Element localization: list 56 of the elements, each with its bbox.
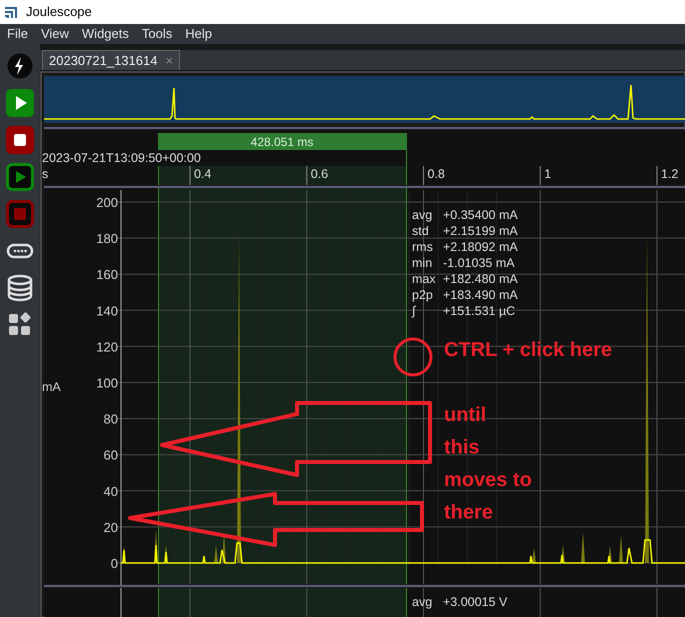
stat-label: rms [412,240,433,254]
axis-tick-label: 0.4 [194,167,212,181]
axis-tick-label: 120 [96,339,118,354]
play-button[interactable] [6,89,34,117]
axis-tick-label: 200 [96,195,118,210]
overview-strip[interactable] [44,76,685,123]
timestamp: 2023-07-21T13:09:50+00:00 [42,151,201,165]
menu-item[interactable]: Widgets [74,24,135,44]
axis-tick-label: 0.6 [310,167,328,181]
stat-value: +2.15199 mA [443,224,518,238]
axis-tick-label: 100 [96,376,118,390]
stat-label: min [412,256,432,270]
stat-label: max [412,272,436,286]
stat-value: +2.18092 mA [443,240,518,254]
axis-tick-label: 80 [104,412,118,427]
stat-label: p2p [412,288,433,302]
stat-label: avg [412,208,432,222]
annotation-text: until [444,404,486,426]
stat-label: std [412,224,429,238]
tab[interactable]: 20230721_131614 × [42,50,180,70]
stat-value: +151.531 µC [443,304,516,318]
menu-item[interactable]: Help [178,24,218,44]
menu-item[interactable]: File [0,24,34,44]
stat-value: +0.35400 mA [443,208,518,222]
marker-duration: 428.051 ms [250,135,314,149]
annotation-text: there [444,502,493,524]
lightning-button[interactable] [6,52,34,80]
annotation-circle [394,338,432,376]
stat-value: -1.01035 mA [443,256,515,270]
annotation-text: this [444,436,480,458]
stat-value: +182.480 mA [443,272,518,286]
stat-value: +183.490 mA [443,288,518,302]
annotation-text: CTRL + click here [444,339,612,361]
axis-tick-label: 160 [96,267,118,282]
menu-item[interactable]: View [34,24,75,44]
axis-tick-label: 180 [96,231,118,246]
axis-tick-label: 1 [544,167,552,181]
database-button[interactable] [6,274,34,302]
axis-tick-label: 1.2 [661,167,678,181]
app-logo-icon [4,5,18,19]
axis-tick-label: 0.8 [428,167,445,181]
axis-unit: s [42,167,48,181]
menu-item[interactable]: Tools [134,24,178,44]
stat-label: ∫ [412,304,416,318]
axis-tick-label: 140 [96,303,118,318]
stop-button[interactable] [6,126,34,154]
stat-value: +3.00015 V [443,595,508,609]
annotation-text: moves to [444,469,532,491]
window-title: Joulescope [26,3,92,22]
stat-label: avg [412,595,432,609]
marker-bar[interactable] [158,133,407,150]
axis-tick-label: 20 [104,520,118,535]
axis-tick-label: 40 [104,484,118,499]
axis-tick-label: 60 [104,448,118,463]
axis-tick-label: 0 [110,556,118,571]
axis-unit: mA [42,380,61,394]
